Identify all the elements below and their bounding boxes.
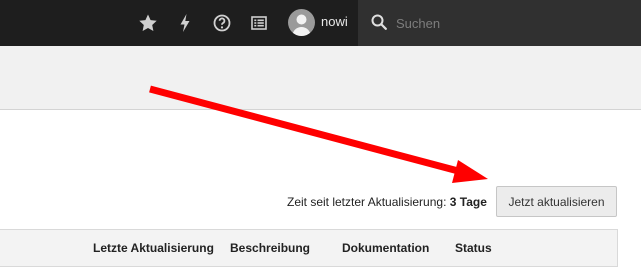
last-update-label: Zeit seit letzter Aktualisierung: xyxy=(287,195,447,209)
refresh-now-button[interactable]: Jetzt aktualisieren xyxy=(496,186,617,217)
column-description[interactable]: Beschreibung xyxy=(230,241,310,255)
sub-header xyxy=(0,46,641,110)
search-bar xyxy=(358,0,641,46)
username[interactable]: nowi xyxy=(321,14,348,29)
avatar[interactable] xyxy=(288,9,315,36)
table-header: Letzte Aktualisierung Beschreibung Dokum… xyxy=(0,229,618,267)
last-update-info: Zeit seit letzter Aktualisierung: 3 Tage xyxy=(287,195,487,209)
list-icon[interactable] xyxy=(247,11,271,35)
star-icon[interactable] xyxy=(136,11,160,35)
help-icon[interactable] xyxy=(210,11,234,35)
top-toolbar: nowi xyxy=(0,0,641,46)
search-input[interactable] xyxy=(396,13,626,33)
bolt-icon[interactable] xyxy=(173,11,197,35)
last-update-value: 3 Tage xyxy=(449,195,487,209)
column-last-update[interactable]: Letzte Aktualisierung xyxy=(93,241,214,255)
search-icon xyxy=(370,13,388,36)
column-documentation[interactable]: Dokumentation xyxy=(342,241,429,255)
column-status[interactable]: Status xyxy=(455,241,492,255)
